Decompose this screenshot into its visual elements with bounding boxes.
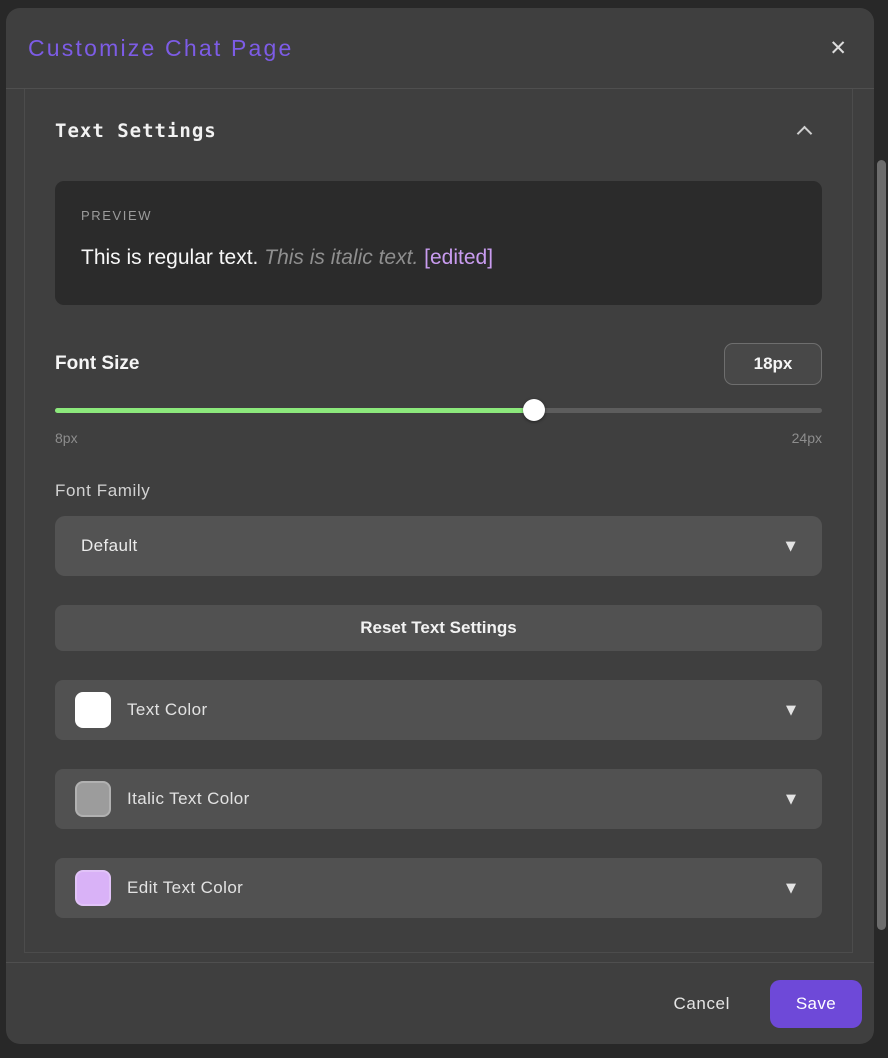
modal-title: Customize Chat Page: [28, 35, 294, 62]
slider-fill: [55, 408, 534, 413]
font-size-label: Font Size: [55, 353, 139, 375]
text-color-swatch[interactable]: [75, 692, 111, 728]
cancel-button[interactable]: Cancel: [673, 994, 730, 1014]
dropdown-caret-icon: ▼: [786, 539, 796, 554]
font-size-row: Font Size 18px: [55, 343, 822, 385]
customize-chat-modal: Customize Chat Page ✕ Text Settings PREV…: [6, 8, 874, 1044]
edit-text-color-row[interactable]: Edit Text Color ▼: [55, 858, 822, 918]
preview-edited-tag: [edited]: [424, 246, 493, 269]
reset-text-settings-button[interactable]: Reset Text Settings: [55, 605, 822, 651]
slider-thumb[interactable]: [523, 399, 545, 421]
modal-footer: Cancel Save: [6, 962, 874, 1044]
slider-min-label: 8px: [55, 430, 78, 446]
font-size-slider[interactable]: [55, 398, 822, 422]
text-preview-card: PREVIEW This is regular text. This is it…: [55, 181, 822, 305]
font-family-selected-value: Default: [81, 536, 138, 556]
text-settings-section-header: Text Settings: [55, 120, 822, 142]
settings-scroll-area: Text Settings PREVIEW This is regular te…: [24, 89, 853, 953]
section-title: Text Settings: [55, 120, 217, 142]
preview-label: PREVIEW: [81, 208, 796, 223]
dropdown-caret-icon: ▼: [786, 703, 796, 718]
font-size-value-box[interactable]: 18px: [724, 343, 822, 385]
chevron-up-icon[interactable]: [797, 125, 813, 141]
italic-text-color-swatch[interactable]: [75, 781, 111, 817]
edit-text-color-swatch[interactable]: [75, 870, 111, 906]
preview-text-line: This is regular text. This is italic tex…: [81, 246, 796, 270]
slider-max-label: 24px: [792, 430, 822, 446]
text-color-row[interactable]: Text Color ▼: [55, 680, 822, 740]
font-family-label: Font Family: [55, 481, 822, 501]
italic-text-color-row[interactable]: Italic Text Color ▼: [55, 769, 822, 829]
italic-text-color-label: Italic Text Color: [127, 789, 250, 809]
scrollbar-thumb[interactable]: [877, 160, 886, 930]
preview-italic-text: This is italic text.: [264, 246, 418, 269]
preview-regular-text: This is regular text.: [81, 246, 258, 269]
save-button[interactable]: Save: [770, 980, 862, 1028]
close-icon[interactable]: ✕: [829, 38, 847, 59]
page-background: { "header": { "title": "Customize Chat P…: [0, 0, 888, 1058]
slider-range-labels: 8px 24px: [55, 430, 822, 446]
modal-header: Customize Chat Page ✕: [6, 8, 874, 89]
font-family-select[interactable]: Default ▼: [55, 516, 822, 576]
edit-text-color-label: Edit Text Color: [127, 878, 243, 898]
dropdown-caret-icon: ▼: [786, 881, 796, 896]
text-color-label: Text Color: [127, 700, 208, 720]
dropdown-caret-icon: ▼: [786, 792, 796, 807]
